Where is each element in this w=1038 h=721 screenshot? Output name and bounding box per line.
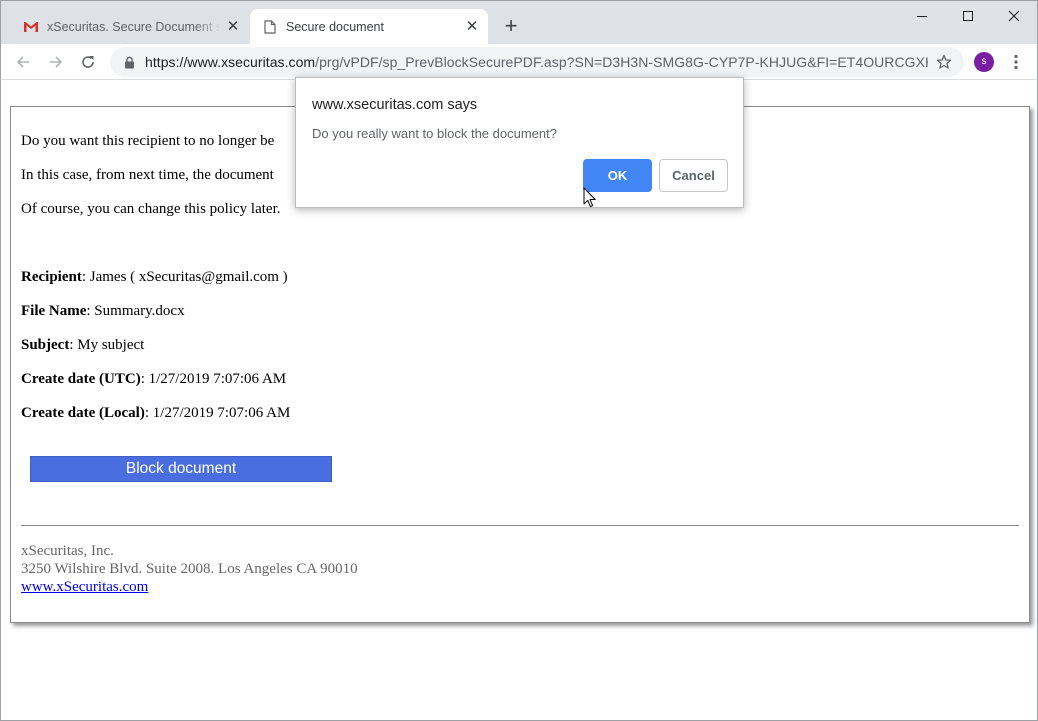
field-label: File Name	[21, 303, 87, 319]
tab-title: Secure document	[286, 20, 384, 34]
field-value: : 1/27/2019 7:07:06 AM	[144, 405, 291, 421]
address-bar[interactable]: https://www.xsecuritas.com/prg/vPDF/sp_P…	[110, 47, 964, 77]
intro-line-1: Do you want this recipient to no longer …	[21, 133, 275, 149]
field-label: Subject	[21, 337, 70, 353]
url-host: https://www.xsecuritas.com	[145, 54, 316, 70]
footer-address: 3250 Wilshire Blvd. Suite 2008. Los Ange…	[21, 561, 358, 577]
close-tab-icon[interactable]: ✕	[464, 19, 480, 35]
reload-icon[interactable]	[75, 49, 101, 75]
tab-gmail[interactable]: xSecuritas. Secure Document stat ✕	[11, 9, 249, 45]
lock-icon[interactable]	[122, 55, 136, 69]
close-window-icon[interactable]	[991, 1, 1037, 31]
confirm-dialog: www.xsecuritas.com says Do you really wa…	[295, 77, 744, 208]
tab-secure-document[interactable]: Secure document ✕	[250, 9, 488, 45]
url-path: /prg/vPDF/sp_PrevBlockSecurePDF.asp?SN=D…	[315, 54, 928, 70]
field-value: : James ( xSecuritas@gmail.com )	[81, 269, 288, 285]
block-document-button[interactable]: Block document	[30, 456, 332, 482]
more-menu-icon[interactable]	[1006, 52, 1026, 72]
field-value: : My subject	[69, 337, 145, 353]
tab-title: xSecuritas. Secure Document stat	[47, 20, 221, 34]
create-date-utc-row: Create date (UTC): 1/27/2019 7:07:06 AM	[21, 371, 286, 388]
minimize-icon[interactable]	[899, 1, 945, 31]
bookmark-star-icon[interactable]	[934, 52, 954, 72]
intro-line-3: Of course, you can change this policy la…	[21, 201, 281, 217]
cancel-button[interactable]: Cancel	[659, 159, 728, 192]
field-label: Create date (Local)	[21, 405, 145, 421]
footer-company: xSecuritas, Inc.	[21, 543, 114, 559]
recipient-row: Recipient: James ( xSecuritas@gmail.com …	[21, 269, 288, 286]
field-label: Recipient	[21, 269, 82, 285]
maximize-icon[interactable]	[945, 1, 991, 31]
tab-strip: xSecuritas. Secure Document stat ✕ Secur…	[0, 0, 1038, 45]
profile-avatar[interactable]: s	[974, 52, 994, 72]
intro-line-2: In this case, from next time, the docume…	[21, 167, 274, 183]
dialog-title: www.xsecuritas.com says	[312, 97, 478, 113]
field-value: : Summary.docx	[86, 303, 185, 319]
dialog-message: Do you really want to block the document…	[312, 126, 557, 141]
field-label: Create date (UTC)	[21, 371, 141, 387]
subject-row: Subject: My subject	[21, 337, 144, 354]
divider	[21, 525, 1019, 526]
mouse-pointer-icon	[583, 187, 597, 209]
field-value: : 1/27/2019 7:07:06 AM	[140, 371, 287, 387]
browser-toolbar: https://www.xsecuritas.com/prg/vPDF/sp_P…	[0, 44, 1038, 80]
footer-website-link[interactable]: www.xSecuritas.com	[21, 579, 148, 596]
close-tab-icon[interactable]: ✕	[225, 19, 241, 35]
create-date-local-row: Create date (Local): 1/27/2019 7:07:06 A…	[21, 405, 290, 422]
gmail-icon	[23, 19, 39, 35]
page-icon	[262, 19, 278, 35]
back-arrow-icon[interactable]	[10, 49, 36, 75]
forward-arrow-icon[interactable]	[43, 49, 69, 75]
url-text: https://www.xsecuritas.com/prg/vPDF/sp_P…	[145, 54, 928, 70]
new-tab-button[interactable]: +	[499, 15, 523, 39]
file-name-row: File Name: Summary.docx	[21, 303, 185, 320]
